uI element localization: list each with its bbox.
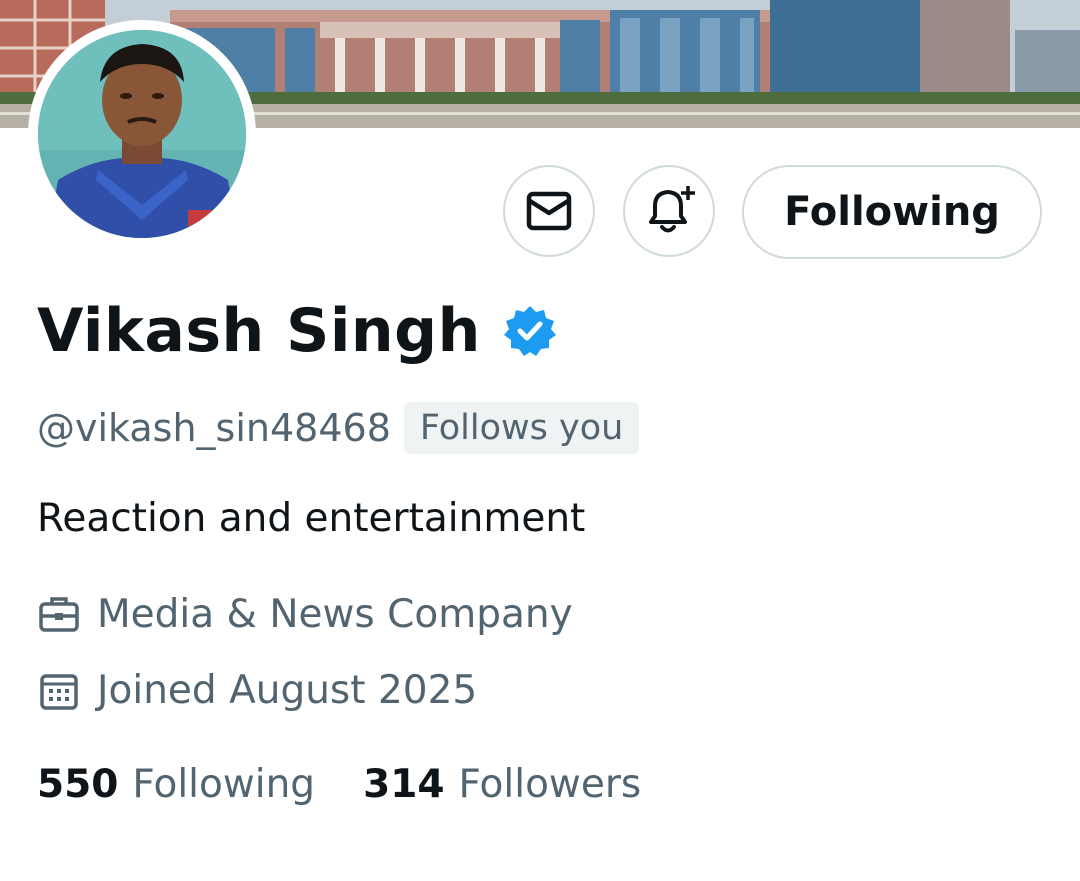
calendar-icon (40, 673, 78, 710)
profile-avatar[interactable] (28, 20, 256, 248)
profile-stats: 550 Following 314 Followers (37, 762, 641, 807)
follows-you-badge: Follows you (403, 402, 640, 454)
envelope-icon (526, 191, 572, 231)
avatar-photo (38, 30, 246, 238)
name-row: Vikash Singh (37, 296, 557, 366)
following-count-link[interactable]: 550 Following (37, 762, 315, 807)
profile-handle: @vikash_sin48468 (37, 406, 391, 450)
verified-badge-icon[interactable] (503, 304, 557, 358)
profile-category: Media & News Company (37, 592, 573, 637)
notifications-button[interactable] (623, 165, 715, 257)
profile-bio: Reaction and entertainment (37, 496, 586, 541)
handle-row: @vikash_sin48468 Follows you (37, 402, 640, 454)
category-text: Media & News Company (97, 592, 573, 637)
following-count: 550 (37, 762, 119, 807)
profile-joined-date: Joined August 2025 (37, 668, 477, 713)
joined-text: Joined August 2025 (97, 668, 478, 713)
message-button[interactable] (503, 165, 595, 257)
followers-count-link[interactable]: 314 Followers (363, 762, 641, 807)
following-label: Following (132, 762, 316, 807)
following-button[interactable]: Following (742, 165, 1042, 259)
briefcase-icon (39, 596, 79, 632)
followers-count: 314 (363, 762, 445, 807)
profile-name: Vikash Singh (37, 296, 481, 366)
followers-label: Followers (458, 762, 642, 807)
bell-plus-icon (649, 186, 695, 233)
